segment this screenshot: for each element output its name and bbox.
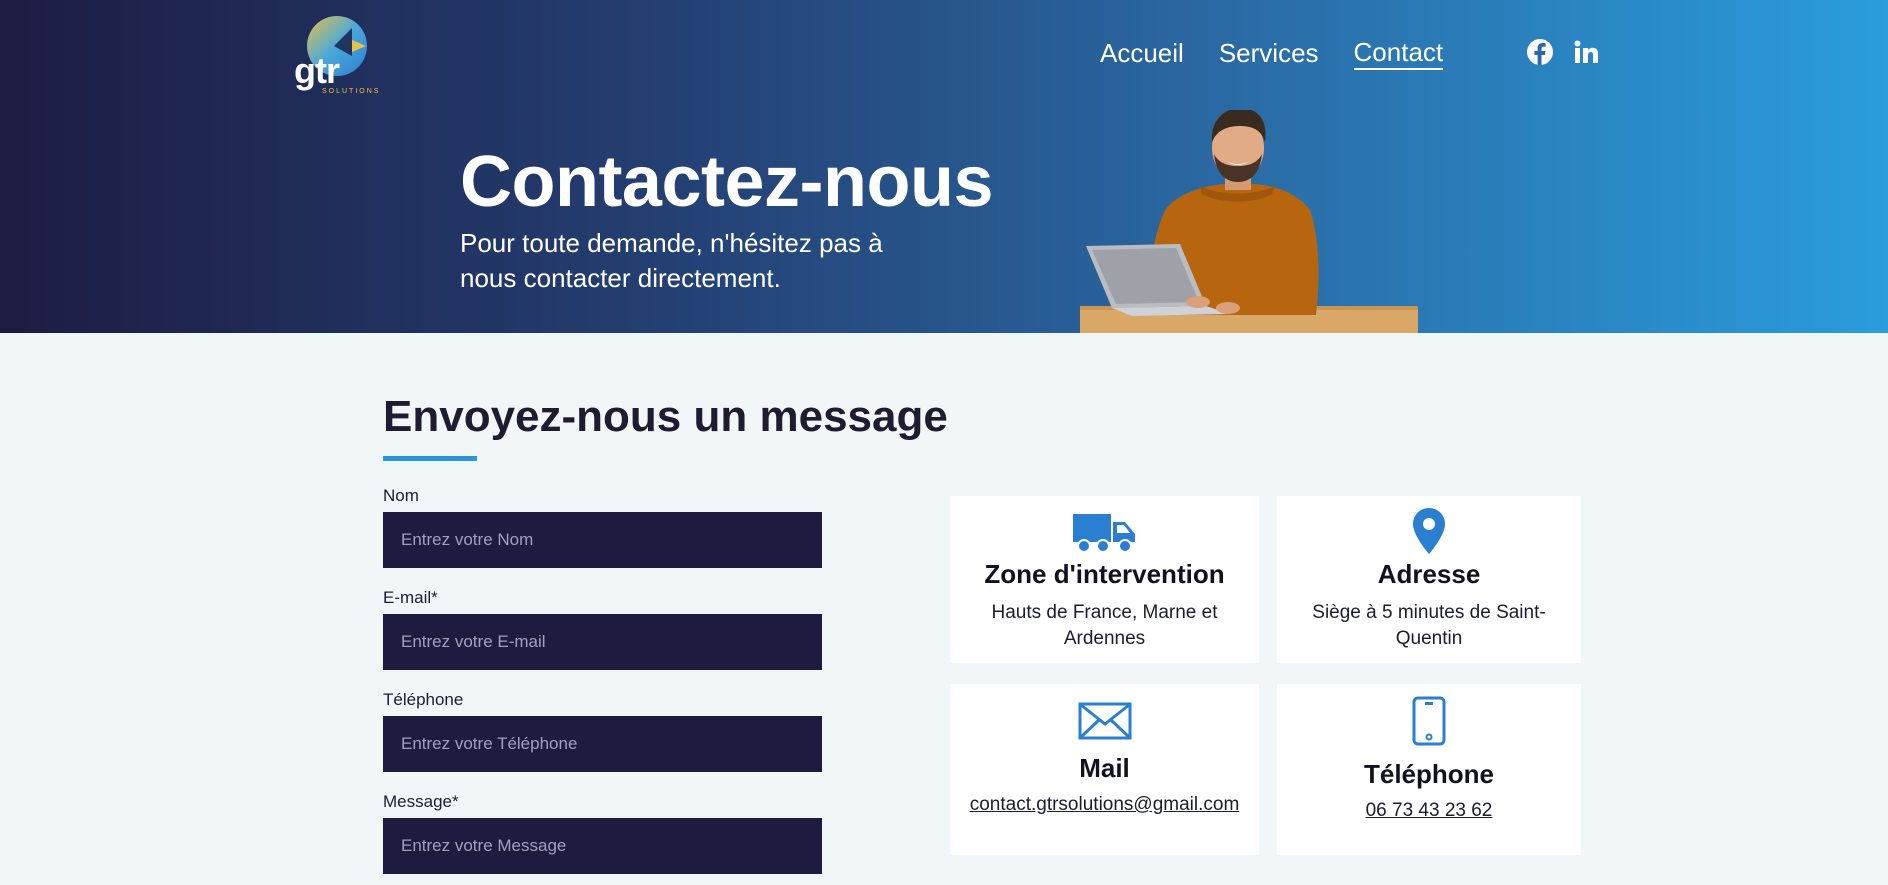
telephone-label: Téléphone (383, 690, 464, 709)
nav-services[interactable]: Services (1219, 37, 1319, 69)
card-title: Zone d'intervention (984, 559, 1225, 589)
envelope-icon (1078, 702, 1132, 740)
field-telephone: Téléphone Entrez votre Téléphone (383, 690, 823, 772)
message-label: Message* (383, 792, 459, 811)
card-title: Adresse (1377, 559, 1481, 589)
logo-text: gtr (294, 50, 340, 91)
nav-accueil[interactable]: Accueil (1100, 37, 1184, 69)
email-label: E-mail* (383, 588, 438, 607)
title-underline (383, 456, 477, 461)
card-mail: Mail contact.gtrsolutions@gmail.com (950, 684, 1259, 855)
company-logo[interactable]: gtr SOLUTIONS (292, 6, 382, 98)
nom-label: Nom (383, 486, 419, 505)
email-input[interactable]: Entrez votre E-mail (383, 614, 822, 670)
page-title: Contactez-nous (460, 142, 994, 222)
map-pin-icon (1413, 508, 1445, 554)
contact-form: Nom Entrez votre Nom E-mail* Entrez votr… (383, 486, 823, 885)
truck-icon (1072, 512, 1137, 554)
hero-subtitle: Pour toute demande, n'hésitez pas à nous… (460, 228, 883, 293)
phone-link[interactable]: 06 73 43 23 62 (1366, 798, 1493, 824)
field-message: Message* Entrez votre Message (383, 792, 823, 874)
telephone-input[interactable]: Entrez votre Téléphone (383, 716, 822, 772)
social-links (1526, 38, 1600, 66)
card-adresse: Adresse Siège à 5 minutes de Saint-Quent… (1277, 496, 1581, 663)
card-text: Hauts de France, Marne et Ardennes (991, 602, 1218, 649)
mail-link[interactable]: contact.gtrsolutions@gmail.com (970, 792, 1240, 818)
card-title: Mail (1079, 753, 1130, 783)
hero-banner: gtr SOLUTIONS Accueil Services Contact C… (0, 0, 1888, 333)
logo-subtext: SOLUTIONS (322, 88, 381, 95)
linkedin-icon[interactable] (1572, 38, 1600, 66)
field-email: E-mail* Entrez votre E-mail (383, 588, 823, 670)
phone-icon (1412, 696, 1446, 746)
section-title: Envoyez-nous un message (383, 392, 948, 441)
facebook-icon[interactable] (1526, 38, 1554, 66)
card-telephone: Téléphone 06 73 43 23 62 (1277, 684, 1581, 855)
main-nav: Accueil Services Contact (1100, 36, 1478, 70)
nav-contact[interactable]: Contact (1353, 36, 1444, 70)
nom-input[interactable]: Entrez votre Nom (383, 512, 822, 568)
card-text: Siège à 5 minutes de Saint-Quentin (1312, 602, 1546, 649)
card-title: Téléphone (1363, 759, 1494, 789)
message-input[interactable]: Entrez votre Message (383, 818, 822, 874)
card-zone-intervention: Zone d'intervention Hauts de France, Mar… (950, 496, 1259, 663)
field-nom: Nom Entrez votre Nom (383, 486, 823, 568)
hero-photo-man-with-laptop (1080, 108, 1418, 333)
